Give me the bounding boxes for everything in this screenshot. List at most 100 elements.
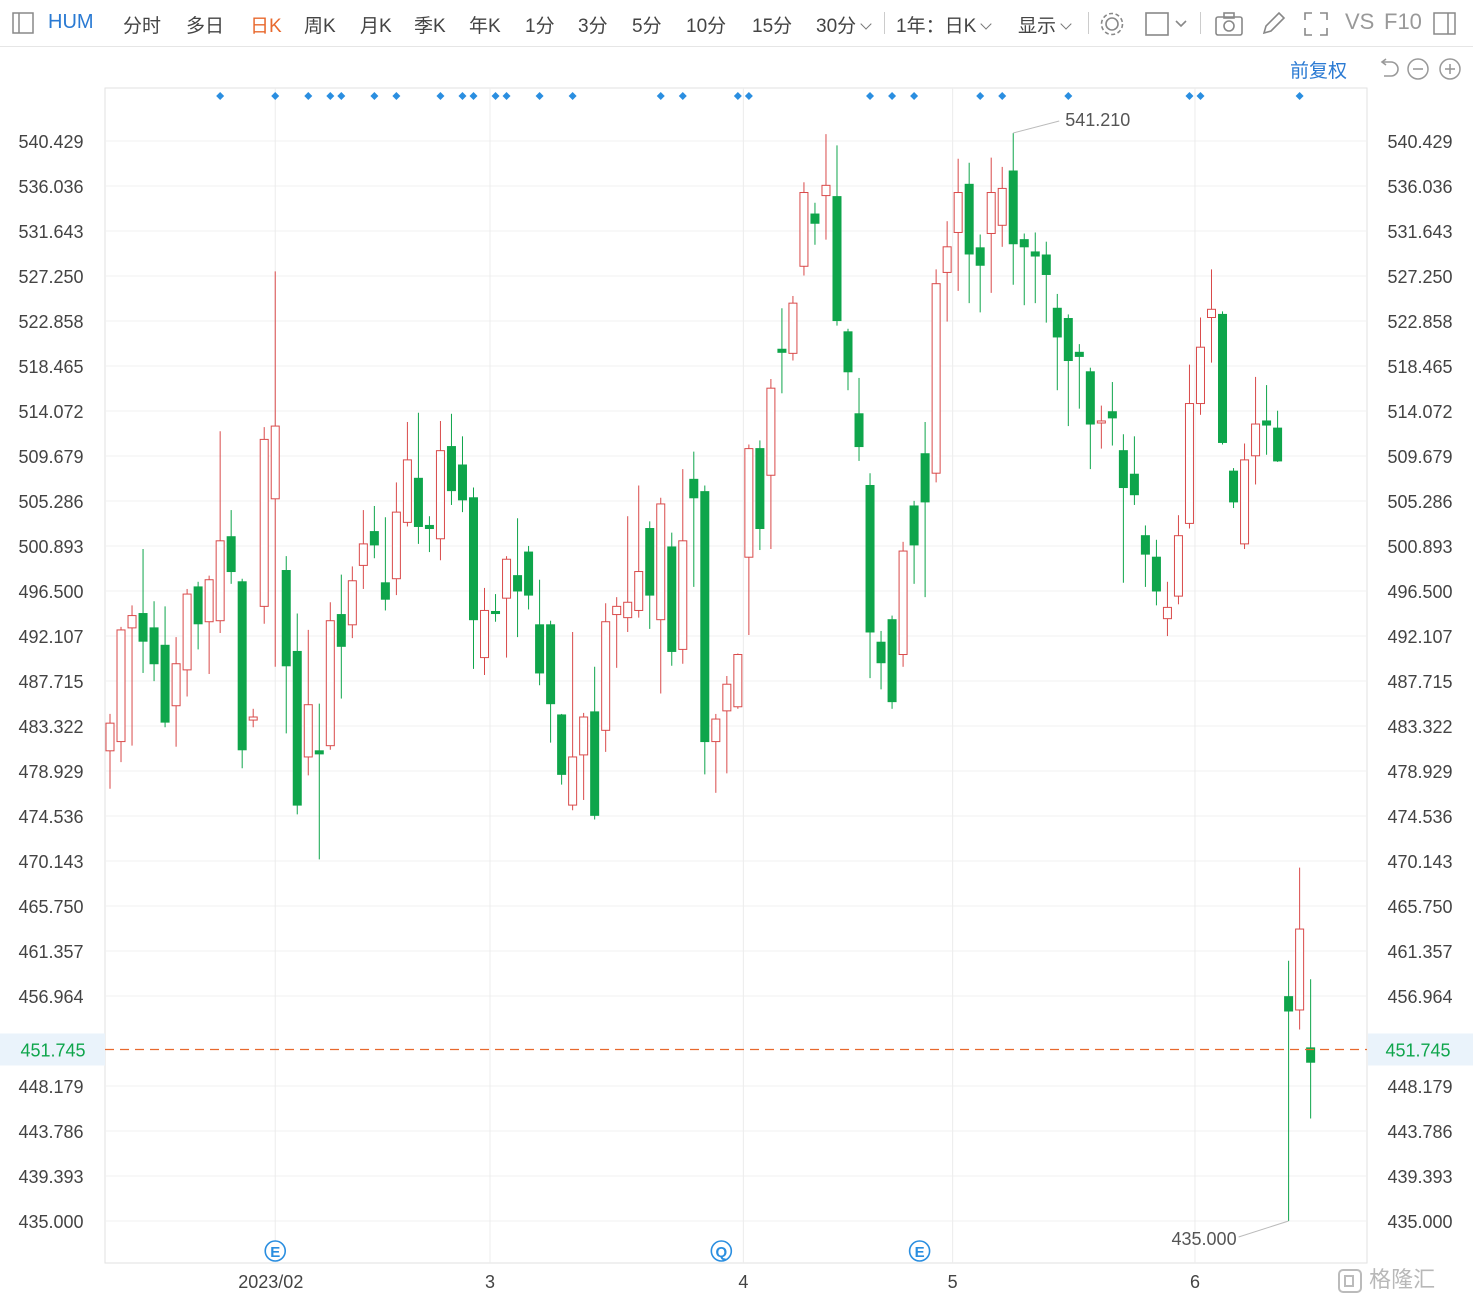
y-tick-label-right: 456.964 — [1387, 987, 1452, 1007]
candle-body — [491, 610, 501, 615]
candle-body — [336, 614, 346, 647]
candle-body — [942, 246, 952, 273]
f10-button[interactable]: F10 — [1384, 9, 1422, 35]
candle-body — [1085, 371, 1095, 425]
y-tick-label-right: 522.858 — [1387, 312, 1452, 332]
candle-body — [898, 550, 908, 656]
y-tick-label-right: 487.715 — [1387, 672, 1452, 692]
event-diamond-marker — [568, 92, 577, 100]
y-tick-label-left: 496.500 — [18, 582, 83, 602]
candle-body — [755, 448, 765, 530]
candle-body — [1129, 473, 1139, 496]
candle-body — [821, 184, 831, 197]
candle-body — [248, 716, 258, 721]
candlestick-chart[interactable]: 540.429 540.429 536.036 536.036 531.643 531.6… — [0, 46, 1473, 1309]
candle-body — [413, 477, 423, 527]
event-diamond-marker — [392, 92, 401, 100]
y-tick-label-left: 514.072 — [18, 402, 83, 422]
tab-weekly-k[interactable]: 周K — [304, 11, 336, 38]
x-tick-label: 5 — [948, 1272, 958, 1292]
tab-5min[interactable]: 5分 — [632, 11, 662, 38]
y-tick-label-left: 443.786 — [18, 1122, 83, 1142]
low-annotation-label: 435.000 — [1172, 1229, 1237, 1249]
sidebar-toggle-icon[interactable] — [12, 12, 34, 39]
candle-body — [149, 627, 159, 665]
y-tick-label-right: 496.500 — [1387, 582, 1452, 602]
candle-body — [1140, 535, 1150, 555]
y-tick-label-right: 448.179 — [1387, 1077, 1452, 1097]
candle-body — [678, 540, 688, 650]
candle-body — [1074, 351, 1084, 357]
candle-body — [1041, 254, 1051, 275]
tab-monthly-k[interactable]: 月K — [360, 11, 392, 38]
candle-body — [1107, 411, 1117, 419]
candle-body — [799, 192, 809, 267]
pencil-icon[interactable] — [1259, 10, 1287, 43]
event-badge-letter: Q — [715, 1244, 727, 1261]
x-tick-label: 4 — [738, 1272, 748, 1292]
candle-body — [601, 621, 611, 731]
tab-15min[interactable]: 15分 — [752, 11, 792, 38]
candle-body — [1096, 420, 1106, 424]
candle-body — [1184, 403, 1194, 524]
high-annotation-label: 541.210 — [1065, 110, 1130, 130]
candle-body — [975, 247, 985, 266]
candle-body — [667, 546, 677, 652]
y-tick-label-left: 492.107 — [18, 627, 83, 647]
candle-body — [711, 718, 721, 743]
camera-icon[interactable] — [1214, 10, 1246, 43]
y-tick-label-right: 492.107 — [1387, 627, 1452, 647]
y-tick-label-left: 439.393 — [18, 1167, 83, 1187]
candle-body — [138, 613, 148, 642]
candle-body — [1151, 556, 1161, 592]
tab-1min[interactable]: 1分 — [525, 11, 555, 38]
y-tick-label-left: 478.929 — [18, 762, 83, 782]
candle-body — [546, 624, 556, 705]
y-tick-label-right: 443.786 — [1387, 1122, 1452, 1142]
y-tick-label-left: 474.536 — [18, 807, 83, 827]
display-select[interactable]: 显示 — [1018, 11, 1072, 38]
current-price-label-left: 451.745 — [20, 1040, 85, 1060]
divider — [1200, 12, 1201, 34]
y-tick-label-left: 470.143 — [18, 852, 83, 872]
y-tick-label-right: 536.036 — [1387, 177, 1452, 197]
y-tick-label-right: 483.322 — [1387, 717, 1452, 737]
range-select[interactable]: 1年：日K — [896, 11, 992, 38]
candle-body — [722, 683, 732, 712]
panel-toggle-icon[interactable] — [1433, 12, 1457, 41]
event-diamond-marker — [216, 92, 225, 100]
y-tick-label-right: 514.072 — [1387, 402, 1452, 422]
candle-body — [457, 464, 467, 501]
tab-daily-k[interactable]: 日K — [250, 11, 282, 38]
indicator-select[interactable] — [1144, 10, 1192, 43]
tab-yearly-k[interactable]: 年K — [469, 11, 501, 38]
chevron-down-icon — [860, 18, 872, 30]
candle-body — [446, 446, 456, 492]
vs-button[interactable]: VS — [1345, 9, 1374, 35]
tab-fenshi[interactable]: 分时 — [123, 11, 161, 38]
candle-body — [854, 413, 864, 448]
candle-body — [1284, 996, 1294, 1012]
y-tick-label-right: 435.000 — [1387, 1212, 1452, 1232]
candle-body — [766, 387, 776, 476]
symbol-label[interactable]: HUM — [48, 11, 94, 34]
chevron-down-icon — [1060, 18, 1072, 30]
fullscreen-icon[interactable] — [1302, 10, 1330, 43]
candle-body — [832, 196, 842, 322]
tab-10min[interactable]: 10分 — [686, 11, 726, 38]
tab-30min[interactable]: 30分 — [816, 11, 872, 38]
logo-icon — [1338, 1269, 1362, 1294]
candle-body — [193, 586, 203, 625]
event-diamond-marker — [866, 92, 875, 100]
y-tick-label-right: 478.929 — [1387, 762, 1452, 782]
tab-3min[interactable]: 3分 — [578, 11, 608, 38]
tab-duori[interactable]: 多日 — [186, 11, 224, 38]
candle-body — [964, 183, 974, 255]
candle-body — [579, 716, 589, 756]
candle-body — [931, 283, 941, 474]
tab-quarterly-k[interactable]: 季K — [414, 11, 446, 38]
candle-body — [1240, 459, 1250, 545]
candle-body — [369, 531, 379, 546]
event-diamond-marker — [535, 92, 544, 100]
settings-gear-icon[interactable] — [1098, 10, 1126, 43]
